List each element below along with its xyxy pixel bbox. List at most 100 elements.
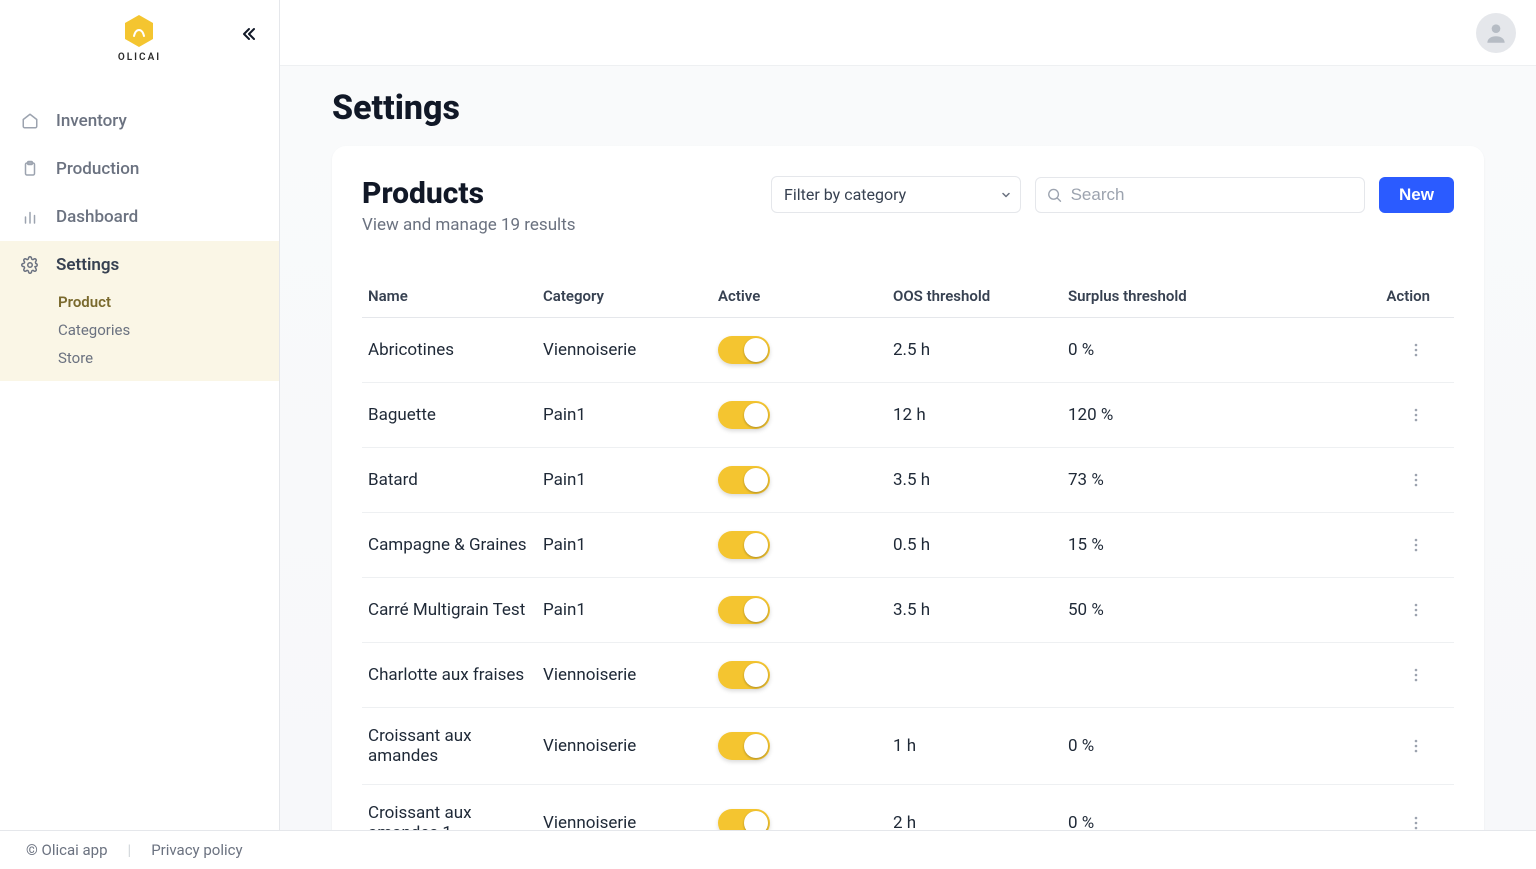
toggle-knob [744,468,768,492]
table-row: BatardPain13.5 h73 % [362,448,1454,513]
toggle-knob [744,811,768,830]
cell-action [1282,643,1454,708]
active-toggle[interactable] [718,596,770,624]
more-vertical-icon [1408,407,1424,423]
nav-inventory[interactable]: Inventory [0,97,279,145]
active-toggle[interactable] [718,732,770,760]
home-icon [20,112,40,130]
active-toggle[interactable] [718,466,770,494]
footer-privacy-link[interactable]: Privacy policy [151,841,242,859]
nav-production[interactable]: Production [0,145,279,193]
nav-label: Settings [56,255,119,275]
subnav-store[interactable]: Store [58,349,279,367]
cell-active [712,785,887,831]
table-row: BaguettePain112 h120 % [362,383,1454,448]
footer: © Olicai app | Privacy policy [0,830,1536,869]
toggle-knob [744,338,768,362]
collapse-sidebar-button[interactable] [237,22,261,46]
logo: OLICAI [118,14,161,63]
cell-active [712,383,887,448]
more-vertical-icon [1408,342,1424,358]
more-vertical-icon [1408,738,1424,754]
col-oos: OOS threshold [887,279,1062,318]
cell-active [712,318,887,383]
row-action-menu[interactable] [1402,466,1430,494]
page-title: Settings [332,88,1484,128]
subnav: Product Categories Store [0,289,279,381]
cell-active [712,513,887,578]
nav-dashboard[interactable]: Dashboard [0,193,279,241]
content: Settings Products View and manage 19 res… [280,66,1536,830]
subnav-product[interactable]: Product [58,293,279,311]
cell-surplus [1062,643,1282,708]
cell-category: Pain1 [537,578,712,643]
select-label: Filter by category [784,185,906,204]
col-action: Action [1282,279,1454,318]
row-action-menu[interactable] [1402,809,1430,830]
table-row: Campagne & GrainesPain10.5 h15 % [362,513,1454,578]
more-vertical-icon [1408,602,1424,618]
row-action-menu[interactable] [1402,401,1430,429]
active-toggle[interactable] [718,809,770,830]
cell-oos: 1 h [887,708,1062,785]
cell-action [1282,513,1454,578]
cell-action [1282,448,1454,513]
toggle-knob [744,403,768,427]
cell-active [712,708,887,785]
search-input[interactable] [1071,185,1354,205]
cell-surplus: 50 % [1062,578,1282,643]
nav-settings[interactable]: Settings [0,241,279,289]
footer-copyright: © Olicai app [26,841,108,859]
cell-name: Batard [362,448,537,513]
subnav-categories[interactable]: Categories [58,321,279,339]
active-toggle[interactable] [718,661,770,689]
section-title: Products [362,176,747,211]
cell-oos: 3.5 h [887,448,1062,513]
cell-active [712,578,887,643]
row-action-menu[interactable] [1402,531,1430,559]
products-card: Products View and manage 19 results Filt… [332,146,1484,830]
cell-active [712,448,887,513]
cell-surplus: 15 % [1062,513,1282,578]
active-toggle[interactable] [718,336,770,364]
new-button[interactable]: New [1379,177,1454,213]
cell-surplus: 0 % [1062,785,1282,831]
topbar [280,0,1536,66]
cell-category: Viennoiserie [537,643,712,708]
row-action-menu[interactable] [1402,336,1430,364]
cell-category: Viennoiserie [537,318,712,383]
brand: OLICAI [0,0,279,69]
chevron-down-icon [1000,185,1012,204]
row-action-menu[interactable] [1402,596,1430,624]
sidebar: OLICAI Inventory Production [0,0,280,830]
nav-label: Production [56,159,139,179]
chevron-double-left-icon [241,26,257,42]
avatar-icon [1483,20,1509,46]
table-row: Croissant aux amandes 1Viennoiserie2 h0 … [362,785,1454,831]
cell-category: Viennoiserie [537,708,712,785]
search-box[interactable] [1035,177,1365,213]
cell-surplus: 0 % [1062,708,1282,785]
category-filter-select[interactable]: Filter by category [771,176,1021,213]
active-toggle[interactable] [718,531,770,559]
card-heading: Products View and manage 19 results [362,176,747,235]
cell-name: Croissant aux amandes [362,708,537,785]
cell-name: Charlotte aux fraises [362,643,537,708]
cell-name: Abricotines [362,318,537,383]
col-active: Active [712,279,887,318]
user-avatar[interactable] [1476,13,1516,53]
cell-category: Viennoiserie [537,785,712,831]
more-vertical-icon [1408,472,1424,488]
row-action-menu[interactable] [1402,732,1430,760]
gear-icon [20,256,40,274]
row-action-menu[interactable] [1402,661,1430,689]
cell-category: Pain1 [537,448,712,513]
active-toggle[interactable] [718,401,770,429]
toggle-knob [744,663,768,687]
table-row: AbricotinesViennoiserie2.5 h0 % [362,318,1454,383]
controls: Filter by category New [771,176,1454,213]
cell-category: Pain1 [537,383,712,448]
chart-bar-icon [20,208,40,226]
col-name: Name [362,279,537,318]
cell-surplus: 120 % [1062,383,1282,448]
